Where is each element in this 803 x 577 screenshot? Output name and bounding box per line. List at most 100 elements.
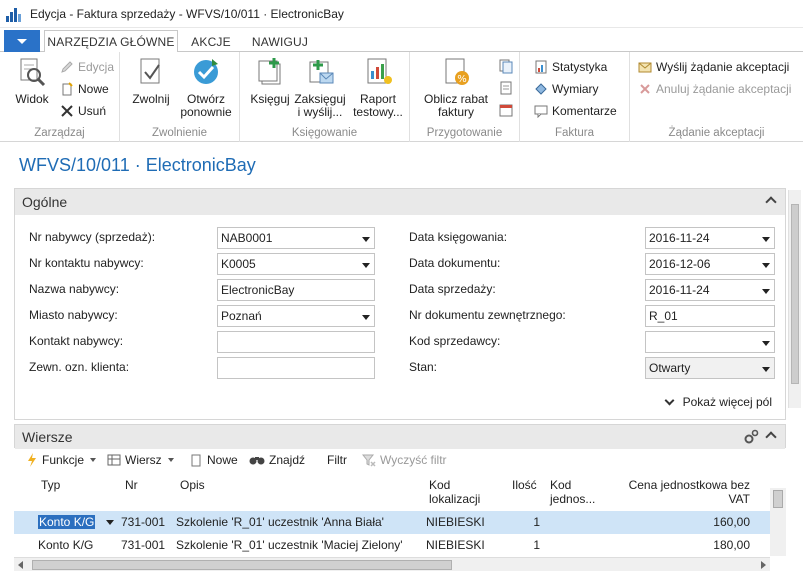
wyslij-zadanie-button[interactable]: Wyślij żądanie akceptacji	[638, 57, 789, 77]
cell-typ[interactable]: Konto K/G	[38, 515, 96, 529]
field-input[interactable]: K0005	[217, 253, 375, 275]
show-more-label: Pokaż więcej pól	[682, 395, 772, 409]
minimize-button[interactable]	[683, 0, 723, 22]
dropdown-arrow-icon[interactable]	[362, 315, 370, 320]
field-input[interactable]: R_01	[645, 305, 775, 327]
dropdown-arrow-icon[interactable]	[362, 237, 370, 242]
wiersz-button[interactable]: Wiersz	[107, 453, 174, 467]
field-input[interactable]: Poznań	[217, 305, 375, 327]
column-kod-lokalizacji[interactable]: Kod lokalizacji	[429, 478, 480, 506]
field-label: Kontakt nabywcy:	[29, 334, 124, 348]
close-window-button[interactable]	[763, 0, 803, 22]
field-input[interactable]: Otwarty	[645, 357, 775, 379]
column-opis[interactable]: Opis	[180, 478, 205, 492]
cell-typ-value: Konto K/G	[38, 515, 96, 529]
send-approval-icon	[638, 62, 652, 73]
scroll-left-icon[interactable]	[18, 561, 23, 569]
lines-vertical-scrollbar[interactable]	[770, 488, 786, 556]
field-value: R_01	[649, 309, 678, 323]
field-input[interactable]: 2016-11-24	[645, 227, 775, 249]
release-document-icon	[140, 58, 160, 84]
column-nr[interactable]: Nr	[125, 478, 138, 492]
chevron-up-icon[interactable]	[765, 196, 777, 208]
oblicz-rabat-button[interactable]: % Oblicz rabat faktury	[422, 56, 490, 119]
maximize-button[interactable]	[723, 0, 763, 22]
dropdown-arrow-icon[interactable]	[762, 367, 770, 372]
column-kod-jednostki[interactable]: Kod jednos...	[550, 478, 595, 506]
komentarze-button[interactable]: Komentarze	[534, 101, 617, 121]
dropdown-arrow-icon[interactable]	[762, 341, 770, 346]
column-typ[interactable]: Typ	[41, 478, 60, 492]
zaksieguj-wyslij-button[interactable]: Zaksięguj i wyślij...	[292, 56, 348, 119]
scroll-right-icon[interactable]	[761, 561, 766, 569]
znajdz-label: Znajdź	[269, 453, 306, 467]
statystyka-button[interactable]: Statystyka	[534, 57, 607, 77]
raport-label-2: testowy...	[353, 105, 403, 119]
gear-icon[interactable]	[743, 429, 759, 445]
filtr-button[interactable]: Filtr	[327, 453, 347, 467]
page-scrollbar-thumb[interactable]	[791, 204, 799, 384]
page-scrollbar[interactable]	[788, 190, 801, 408]
lines-vertical-scrollbar-thumb[interactable]	[773, 490, 783, 508]
calendar-grid-icon[interactable]	[498, 102, 514, 118]
field-value: K0005	[221, 257, 256, 271]
lines-horizontal-scrollbar-thumb[interactable]	[32, 560, 452, 570]
wyczysc-filtr-button[interactable]: Wyczyść filtr	[362, 453, 447, 467]
nowe-line-button[interactable]: Nowe	[189, 453, 238, 467]
wyczysc-label: Wyczyść filtr	[380, 453, 447, 467]
nowe-button[interactable]: Nowe	[60, 79, 109, 99]
raport-testowy-button[interactable]: Raport testowy...	[350, 56, 406, 119]
column-ilosc[interactable]: Ilość	[512, 478, 537, 492]
ksieguj-button[interactable]: Księguj	[248, 56, 292, 106]
cell-typ[interactable]: Konto K/G	[38, 538, 93, 552]
show-more-fields-button[interactable]: Pokaż więcej pól	[664, 395, 772, 409]
field-input[interactable]	[217, 357, 375, 379]
post-icon	[258, 58, 281, 85]
dropdown-arrow-icon[interactable]	[762, 263, 770, 268]
column-cena-jednostkowa[interactable]: Cena jednostkowa bez VAT	[629, 478, 750, 506]
field-input[interactable]: ElectronicBay	[217, 279, 375, 301]
field-input[interactable]: 2016-12-06	[645, 253, 775, 275]
post-and-send-icon	[309, 60, 334, 84]
tab-nawiguj[interactable]: NAWIGUJ	[244, 30, 316, 53]
statistics-icon	[535, 60, 547, 74]
tab-akcje[interactable]: AKCJE	[186, 30, 236, 53]
anuluj-zadanie-button[interactable]: Anuluj żądanie akceptacji	[638, 79, 791, 99]
field-input[interactable]	[645, 331, 775, 353]
dropdown-arrow-icon[interactable]	[362, 263, 370, 268]
field-label: Nr kontaktu nabywcy:	[29, 256, 144, 270]
dropdown-arrow-icon[interactable]	[106, 520, 114, 525]
table-grid-icon	[107, 454, 121, 466]
zwolnij-button[interactable]: Zwolnij	[130, 56, 172, 106]
cell-cena-value: 180,00	[713, 538, 750, 552]
edycja-label: Edycja	[78, 60, 115, 74]
wyslij-label: Wyślij żądanie akceptacji	[656, 60, 790, 74]
column-kod-lok-line1: Kod	[429, 478, 451, 492]
tab-narzedzia-glowne[interactable]: NARZĘDZIA GŁÓWNE	[44, 30, 178, 53]
funkcje-button[interactable]: Funkcje	[26, 453, 97, 467]
dropdown-arrow-icon[interactable]	[762, 289, 770, 294]
group-faktura: Statystyka Wymiary Komentarze Faktura	[520, 52, 630, 142]
application-menu-button[interactable]	[4, 30, 40, 52]
widok-button[interactable]: Widok	[12, 56, 52, 106]
field-input[interactable]: NAB0001	[217, 227, 375, 249]
table-row[interactable]: Konto K/G 731-001 Szkolenie 'R_01' uczestn…	[14, 534, 770, 557]
otworz-ponownie-button[interactable]: Otwórz ponownie	[176, 56, 236, 119]
pages-icon[interactable]	[498, 80, 514, 96]
field-input[interactable]	[217, 331, 375, 353]
znajdz-button[interactable]: Znajdź	[249, 453, 305, 467]
section-wiersze-header[interactable]: Wiersze	[15, 425, 785, 449]
table-row[interactable]: Konto K/G 731-001 Szkolenie 'R_01' uczestn…	[14, 511, 770, 534]
field-input[interactable]: 2016-11-24	[645, 279, 775, 301]
chevron-up-icon[interactable]	[765, 431, 777, 443]
usun-button[interactable]: Usuń	[60, 101, 106, 121]
cell-opis: Szkolenie 'R_01' uczestnik 'Maciej Zielo…	[176, 538, 403, 552]
pencil-icon	[61, 61, 73, 73]
edycja-button[interactable]: Edycja	[60, 57, 114, 77]
lines-horizontal-scrollbar[interactable]	[14, 557, 770, 571]
binoculars-icon	[249, 457, 265, 465]
copy-document-icon[interactable]	[498, 58, 514, 74]
dropdown-arrow-icon[interactable]	[762, 237, 770, 242]
wymiary-button[interactable]: Wymiary	[534, 79, 599, 99]
section-ogolne-header[interactable]: Ogólne	[15, 189, 785, 215]
